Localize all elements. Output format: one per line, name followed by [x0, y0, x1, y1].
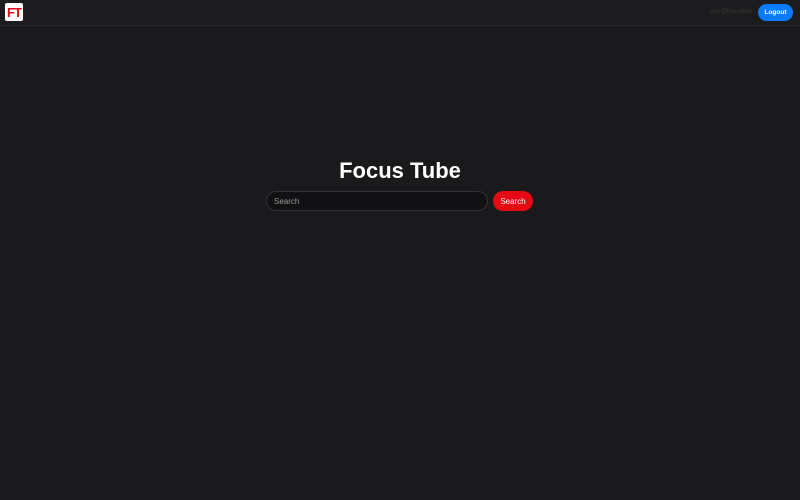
search-button[interactable]: Search — [493, 191, 533, 211]
top-bar: FT user@focustube Logout — [0, 0, 800, 26]
page-title: Focus Tube — [339, 158, 461, 183]
user-email: user@focustube — [709, 9, 753, 15]
app-window: FT user@focustube Logout Focus Tube Sear… — [0, 0, 800, 500]
logo[interactable]: FT — [5, 3, 23, 21]
search-input[interactable] — [266, 191, 488, 211]
logo-text: FT — [7, 4, 22, 20]
logout-button[interactable]: Logout — [758, 4, 793, 21]
